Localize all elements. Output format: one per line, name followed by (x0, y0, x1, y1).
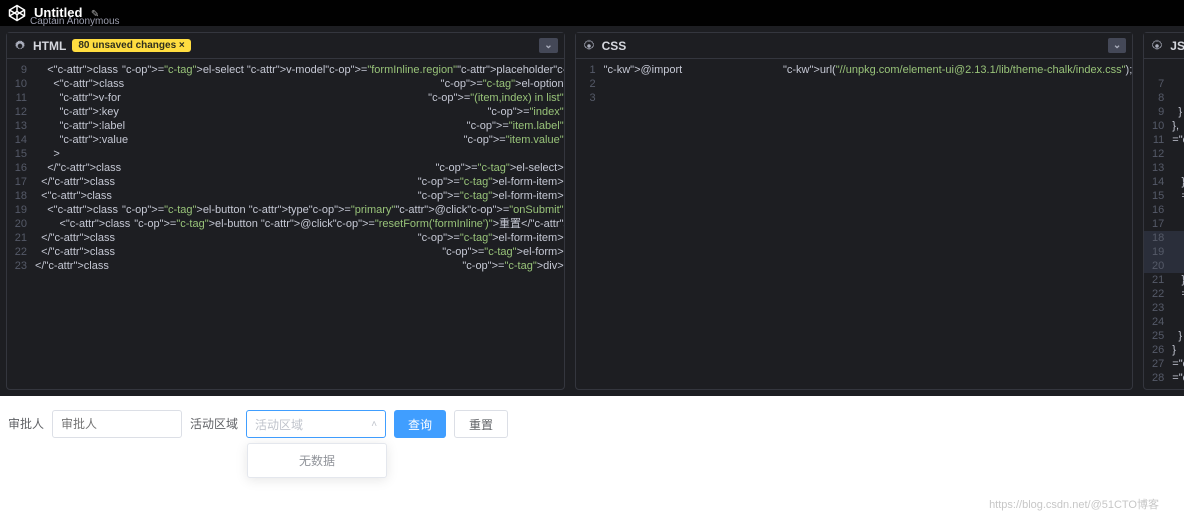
app-header: Untitled ✎ Captain Anonymous ☁Save ⚙Sett… (0, 0, 1184, 26)
select-placeholder: 活动区域 (255, 416, 303, 433)
js-editor[interactable]: region:="c-str">''7 },8 list:[]9 }10},11… (1144, 59, 1184, 389)
html-editor[interactable]: 9 <"c-attr">class"c-op">="c-tag">el-sele… (7, 59, 564, 389)
form-label-approver: 审批人 (8, 410, 44, 438)
html-panel: HTML 80 unsaved changes × ⌄ 9 <"c-attr">… (6, 32, 565, 390)
panel-title: CSS (602, 39, 627, 53)
pen-author: Captain Anonymous (30, 16, 120, 27)
codepen-logo-icon (8, 4, 26, 22)
chevron-up-icon: ˄ (371, 419, 377, 430)
css-editor[interactable]: 1"c-kw">@import "c-kw">url("//unpkg.com/… (576, 59, 1133, 389)
form-label-region: 活动区域 (190, 410, 238, 438)
query-button[interactable]: 查询 (394, 410, 446, 438)
reset-button[interactable]: 重置 (454, 410, 508, 438)
panel-title: HTML (33, 39, 66, 53)
dropdown-empty: 无数据 (299, 454, 335, 468)
approver-input[interactable] (52, 410, 182, 438)
gear-icon[interactable] (13, 39, 27, 53)
css-panel: CSS ⌄ 1"c-kw">@import "c-kw">url("//unpk… (575, 32, 1134, 390)
gear-icon[interactable] (1150, 39, 1164, 53)
panel-chevron-icon[interactable]: ⌄ (1108, 38, 1126, 53)
select-dropdown[interactable]: 无数据 (247, 443, 387, 478)
editor-panels: HTML 80 unsaved changes × ⌄ 9 <"c-attr">… (0, 26, 1184, 396)
region-select[interactable]: 活动区域 ˄ 无数据 (246, 410, 386, 438)
unsaved-badge[interactable]: 80 unsaved changes × (72, 39, 190, 52)
panel-chevron-icon[interactable]: ⌄ (539, 38, 557, 53)
gear-icon[interactable] (582, 39, 596, 53)
js-panel: JS ⌄ region:="c-str">''7 },8 list:[]9 }1… (1143, 32, 1184, 390)
panel-title: JS (1170, 39, 1184, 53)
watermark: https://blog.csdn.net/@51CTO博客 (989, 496, 1159, 512)
